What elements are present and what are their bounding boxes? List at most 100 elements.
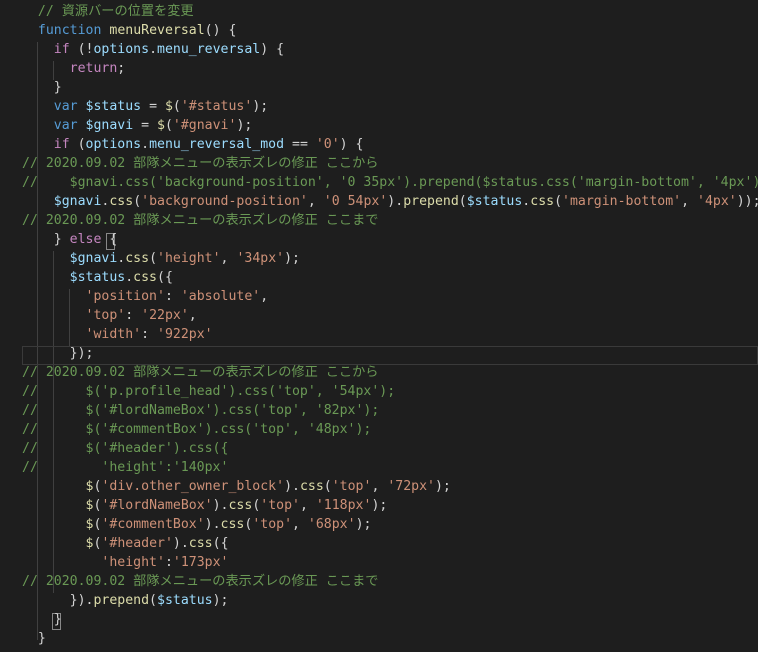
code-line[interactable]: } xyxy=(22,78,62,97)
code-line[interactable]: } xyxy=(22,610,62,629)
code-token: css xyxy=(125,251,150,266)
code-editor[interactable]: // 資源バーの位置を変更 function menuReversal() { … xyxy=(0,0,758,652)
code-token: ({ xyxy=(212,536,229,551)
code-token: // 'height':'140px' xyxy=(22,460,229,475)
code-token: ; xyxy=(117,61,126,76)
code-token: ( xyxy=(172,99,181,114)
code-line[interactable]: $('#commentBox').css('top', '68px'); xyxy=(22,515,372,534)
code-line[interactable]: var $gnavi = $('#gnavi'); xyxy=(22,116,253,135)
code-line[interactable]: return; xyxy=(22,59,126,78)
code-token: 'top' xyxy=(331,479,372,494)
code-line[interactable]: 'position': 'absolute', xyxy=(22,287,269,306)
code-token: ). xyxy=(212,498,229,513)
code-token: '22px' xyxy=(141,308,189,323)
code-token: 'top' xyxy=(252,517,293,532)
code-line[interactable]: // 2020.09.02 部隊メニューの表示ズレの修正 ここまで xyxy=(22,572,378,591)
code-line[interactable]: 'width': '922px' xyxy=(22,325,213,344)
code-token: css xyxy=(133,270,157,285)
code-token: var xyxy=(53,99,78,114)
code-token: ); xyxy=(212,593,229,608)
code-token: , xyxy=(307,194,324,209)
code-line[interactable]: // 2020.09.02 部隊メニューの表示ズレの修正 ここまで xyxy=(22,211,378,230)
code-token: // 2020.09.02 部隊メニューの表示ズレの修正 ここまで xyxy=(22,213,379,228)
code-token: 'width' xyxy=(85,327,142,342)
code-token: 'top' xyxy=(85,308,126,323)
code-line[interactable]: $('#header').css({ xyxy=(22,534,229,553)
code-token: css xyxy=(109,194,134,209)
code-token: )); xyxy=(736,194,758,209)
code-token: options xyxy=(85,137,142,152)
code-token: else xyxy=(69,232,102,247)
code-line[interactable]: if (!options.menu_reversal) { xyxy=(22,40,284,59)
code-token: ( xyxy=(149,251,158,266)
code-token: ) { xyxy=(339,137,364,152)
code-token: css xyxy=(530,194,555,209)
code-token: , xyxy=(292,517,308,532)
code-token: ) { xyxy=(260,42,285,57)
code-token: ); xyxy=(371,498,388,513)
code-token: // $('#header').css({ xyxy=(22,441,229,456)
code-line[interactable]: // 2020.09.02 部隊メニューの表示ズレの修正 ここから xyxy=(22,154,378,173)
code-line[interactable]: // 資源バーの位置を変更 xyxy=(22,2,194,21)
code-line[interactable]: $gnavi.css('height', '34px'); xyxy=(22,249,300,268)
code-line[interactable]: if (options.menu_reversal_mod == '0') { xyxy=(22,135,364,154)
code-token: $status xyxy=(157,593,213,608)
code-line[interactable]: // $('#lordNameBox').css('top', '82px'); xyxy=(22,401,379,420)
code-token: , xyxy=(220,251,237,266)
code-line[interactable]: var $status = $('#status'); xyxy=(22,97,268,116)
code-token: if xyxy=(53,137,70,152)
code-line[interactable]: $('#lordNameBox').css('top', '118px'); xyxy=(22,496,388,515)
code-token: return xyxy=(69,61,118,76)
code-token: ). xyxy=(204,517,221,532)
code-token: ). xyxy=(172,536,189,551)
code-line[interactable]: // 2020.09.02 部隊メニューの表示ズレの修正 ここから xyxy=(22,363,378,382)
code-token: '#status' xyxy=(180,99,253,114)
code-token: $gnavi xyxy=(53,194,102,209)
code-line[interactable]: $gnavi.css('background-position', '0 54p… xyxy=(22,192,758,211)
code-token: ); xyxy=(252,99,269,114)
code-line[interactable]: $status.css({ xyxy=(22,268,173,287)
code-token: , xyxy=(681,194,698,209)
code-token: 'background-position' xyxy=(141,194,308,209)
code-line[interactable]: 'height':'173px' xyxy=(22,553,228,572)
code-token: = xyxy=(141,99,165,114)
code-token: ); xyxy=(434,479,451,494)
code-line[interactable]: $('div.other_owner_block').css('top', '7… xyxy=(22,477,451,496)
code-token: '#gnavi' xyxy=(172,118,237,133)
code-token: ( xyxy=(133,194,142,209)
code-line[interactable]: // 'height':'140px' xyxy=(22,458,228,477)
code-line[interactable]: }); xyxy=(22,344,94,363)
code-token: // 2020.09.02 部隊メニューの表示ズレの修正 ここから xyxy=(22,365,379,380)
code-token: css xyxy=(188,536,213,551)
code-token: $gnavi xyxy=(85,118,134,133)
code-line[interactable]: function menuReversal() { xyxy=(22,21,237,40)
code-token: '34px' xyxy=(236,251,285,266)
code-line[interactable]: } xyxy=(22,629,46,648)
code-line[interactable]: 'top': '22px', xyxy=(22,306,197,325)
code-token: // $('#lordNameBox').css('top', '82px'); xyxy=(22,403,380,418)
code-line[interactable]: // $gnavi.css('background-position', '0 … xyxy=(22,173,758,192)
code-token: : xyxy=(141,327,157,342)
code-token: css xyxy=(228,498,253,513)
code-token: ({ xyxy=(157,270,173,285)
code-line[interactable]: } else { xyxy=(22,230,118,249)
code-line[interactable]: }).prepend($status); xyxy=(22,591,229,610)
code-line[interactable]: // $('#commentBox').css('top', '48px'); xyxy=(22,420,371,439)
code-token: '118px' xyxy=(315,498,372,513)
code-token: // $('#commentBox').css('top', '48px'); xyxy=(22,422,372,437)
code-token: menu_reversal_mod xyxy=(149,137,285,152)
code-line[interactable]: // $('#header').css({ xyxy=(22,439,228,458)
code-token: ). xyxy=(284,479,300,494)
code-token: , xyxy=(371,479,388,494)
code-line[interactable]: // $('p.profile_head').css('top', '54px'… xyxy=(22,382,395,401)
